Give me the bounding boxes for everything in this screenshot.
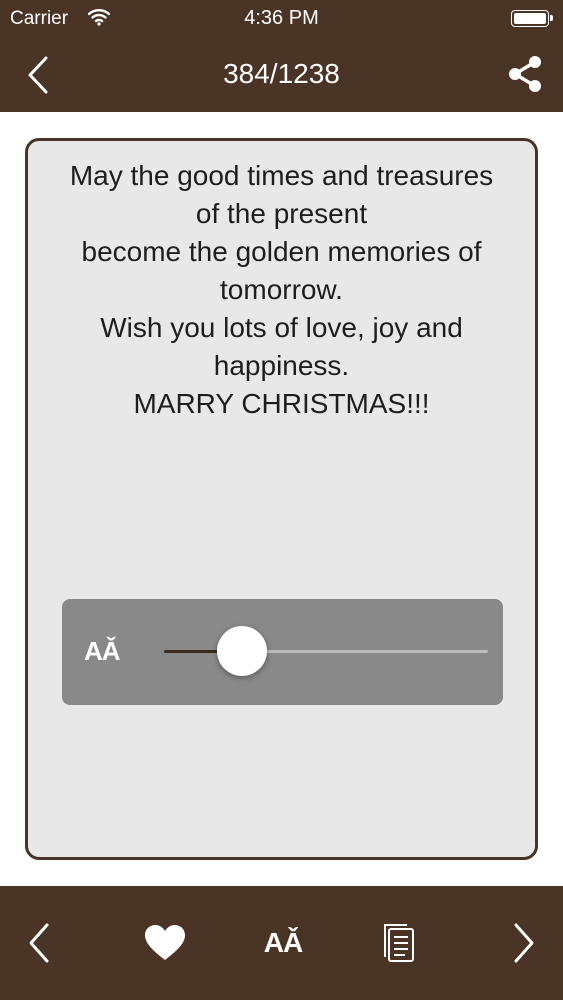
status-bar: Carrier 4:36 PM	[0, 0, 563, 36]
page-counter: 384/1238	[223, 58, 340, 89]
copy-icon	[384, 924, 414, 962]
share-button[interactable]	[505, 54, 545, 94]
battery-fill	[514, 13, 546, 24]
back-button[interactable]	[22, 54, 58, 96]
heart-icon	[145, 925, 185, 960]
chevron-right-icon	[514, 923, 534, 963]
previous-button[interactable]	[20, 916, 60, 970]
share-icon	[509, 56, 541, 92]
font-size-panel: AǍ	[62, 599, 503, 705]
font-size-icon: AǍ	[263, 927, 303, 958]
quote-text: May the good times and treasures of the …	[69, 160, 494, 419]
font-size-button[interactable]: AǍ	[255, 916, 311, 970]
chevron-left-icon	[29, 923, 49, 963]
battery-icon	[511, 10, 553, 27]
copy-button[interactable]	[376, 916, 422, 970]
top-bar: Carrier 4:36 PM 384/1238	[0, 0, 563, 112]
chevron-left-icon	[28, 56, 48, 94]
next-button[interactable]	[503, 916, 543, 970]
quote-card: May the good times and treasures of the …	[25, 138, 538, 860]
font-size-slider[interactable]	[164, 626, 488, 676]
nav-bar: 384/1238	[0, 36, 563, 112]
font-size-icon: AǍ	[84, 636, 121, 666]
clock: 4:36 PM	[244, 7, 319, 29]
favorite-button[interactable]	[140, 916, 190, 970]
bottom-toolbar: AǍ	[0, 886, 563, 1000]
slider-thumb[interactable]	[216, 626, 267, 676]
